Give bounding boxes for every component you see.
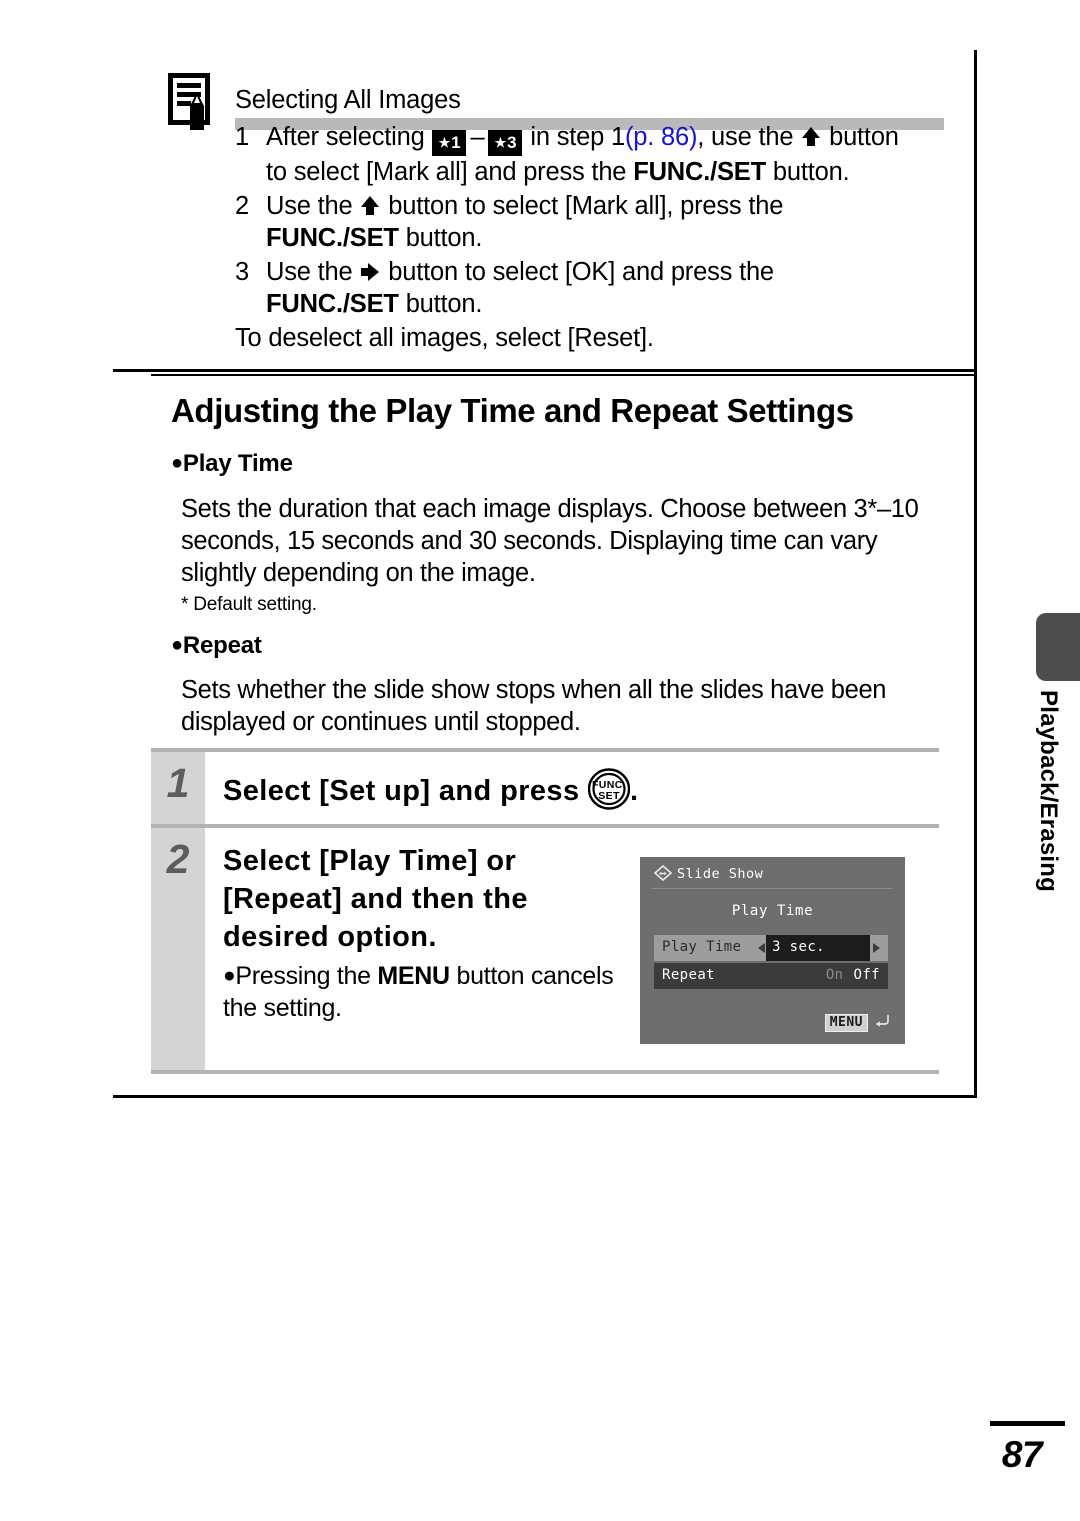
note-step-1-pre: After selecting: [266, 123, 425, 151]
subheading-play-time: ●Play Time: [171, 450, 293, 477]
chevron-left-icon[interactable]: [758, 943, 765, 953]
note-step-2-line2: FUNC./SET button.: [266, 222, 947, 255]
note-step-1-end: button.: [772, 158, 850, 186]
note-closing-text: To deselect all images, select [Reset].: [235, 323, 654, 352]
page-reference-link[interactable]: (p. 86): [625, 123, 698, 151]
page-number: 87: [1001, 1434, 1043, 1475]
menu-bold-label: MENU: [377, 962, 450, 990]
note-step-2: 2 Use the button to select [Mark all], p…: [235, 190, 947, 255]
note-title: Selecting All Images: [235, 86, 461, 114]
svg-text:SET: SET: [598, 790, 620, 802]
arrow-up-icon: [800, 125, 822, 149]
lcd-header: Slide Show: [653, 864, 764, 882]
chevron-right-icon[interactable]: [873, 943, 880, 953]
step-1-text: Select [Set up] and press FUNC. SET .: [223, 768, 843, 810]
manual-page: Selecting All Images 1 After selecting ★…: [0, 0, 1080, 1521]
note-step-1-number: 1: [235, 123, 249, 151]
arrow-up-icon: [359, 194, 381, 218]
camera-lcd-screenshot: Slide Show Play Time Play Time 3 sec. Re…: [640, 857, 905, 1044]
note-step-3-line2: FUNC./SET button.: [266, 288, 947, 321]
menu-badge: MENU: [824, 1013, 868, 1032]
slide-show-icon: [653, 864, 673, 882]
func-set-bold-1: FUNC./SET: [633, 158, 766, 186]
note-step-2-end: button.: [405, 224, 483, 252]
func-set-bold-2: FUNC./SET: [266, 224, 399, 252]
note-step-3-pre: Use the: [266, 257, 353, 286]
page-title: Adjusting the Play Time and Repeat Setti…: [171, 392, 854, 429]
note-step-3: 3 Use the button to select [OK] and pres…: [235, 256, 947, 321]
play-time-footnote: * Default setting.: [181, 594, 317, 615]
note-step-1-tailword: button: [829, 123, 899, 151]
subheading-repeat: ●Repeat: [171, 632, 262, 659]
lcd-row-play-time[interactable]: Play Time 3 sec.: [654, 935, 888, 961]
side-tab-label: Playback/Erasing: [1035, 690, 1062, 892]
return-arrow-icon: [874, 1013, 891, 1032]
main-section-box: Adjusting the Play Time and Repeat Setti…: [113, 372, 977, 1098]
note-content: Selecting All Images 1 After selecting ★…: [235, 80, 947, 354]
footer-rule: [990, 1421, 1065, 1426]
lcd-header-rule: [652, 888, 892, 889]
func-set-bold-3: FUNC./SET: [266, 290, 399, 318]
side-tab-marker: [1036, 613, 1080, 681]
lcd-repeat-off-option[interactable]: Off: [854, 967, 881, 983]
step-2-bottom-rule: [151, 1070, 939, 1074]
note-step-2-tail: button to select [Mark all], press the: [388, 191, 784, 220]
lcd-row-play-time-label: Play Time: [662, 939, 742, 955]
note-step-3-tail: button to select [OK] and press the: [388, 257, 774, 286]
note-pencil-icon: [166, 72, 218, 132]
lcd-menu-hint: MENU: [824, 1013, 891, 1032]
lcd-row-repeat-label: Repeat: [662, 967, 715, 983]
bullet-icon: ●: [171, 452, 183, 474]
star-1-badge: ★1: [432, 130, 467, 156]
step-1-number: 1: [166, 760, 190, 806]
play-time-description: Sets the duration that each image displa…: [181, 495, 919, 587]
lcd-row-repeat[interactable]: Repeat On Off: [654, 963, 888, 989]
step-2-top-rule: [151, 824, 939, 828]
star-3-badge: ★3: [488, 130, 523, 156]
lcd-repeat-options[interactable]: On Off: [826, 967, 880, 983]
step-1-top-rule: [151, 748, 939, 752]
step-2-text: Select [Play Time] or [Repeat] and then …: [223, 845, 528, 953]
lcd-header-label: Slide Show: [677, 866, 764, 882]
arrow-right-icon: [359, 260, 381, 284]
note-step-1-line2: to select [Mark all] and press the FUNC.…: [266, 158, 850, 186]
lcd-subtitle: Play Time: [731, 903, 814, 919]
note-box: Selecting All Images 1 After selecting ★…: [113, 50, 977, 372]
bullet-icon: ●: [171, 634, 183, 656]
lcd-play-time-value-box[interactable]: 3 sec.: [766, 935, 870, 961]
repeat-description: Sets whether the slide show stops when a…: [181, 676, 887, 736]
funcset-button-icon: FUNC. SET: [587, 768, 631, 810]
note-step-1-post: , use the: [697, 123, 794, 151]
section-title-rule: [151, 374, 975, 376]
badge-range-dash: –: [470, 123, 485, 151]
note-step-2-pre: Use the: [266, 191, 353, 220]
note-step-2-number: 2: [235, 191, 249, 220]
note-step-1-mid: in step 1: [530, 123, 625, 151]
lcd-play-time-value: 3 sec.: [772, 939, 825, 955]
note-step-1: 1 After selecting ★1– ★3 in step 1(p. 86)…: [235, 121, 947, 189]
step-2-note: ●Pressing the MENU button cancels the se…: [223, 962, 614, 1022]
note-step-3-number: 3: [235, 257, 249, 286]
note-step-3-end: button.: [405, 290, 483, 318]
lcd-repeat-on-option[interactable]: On: [826, 967, 844, 983]
bullet-icon: ●: [223, 964, 236, 987]
step-2-number: 2: [166, 836, 190, 882]
